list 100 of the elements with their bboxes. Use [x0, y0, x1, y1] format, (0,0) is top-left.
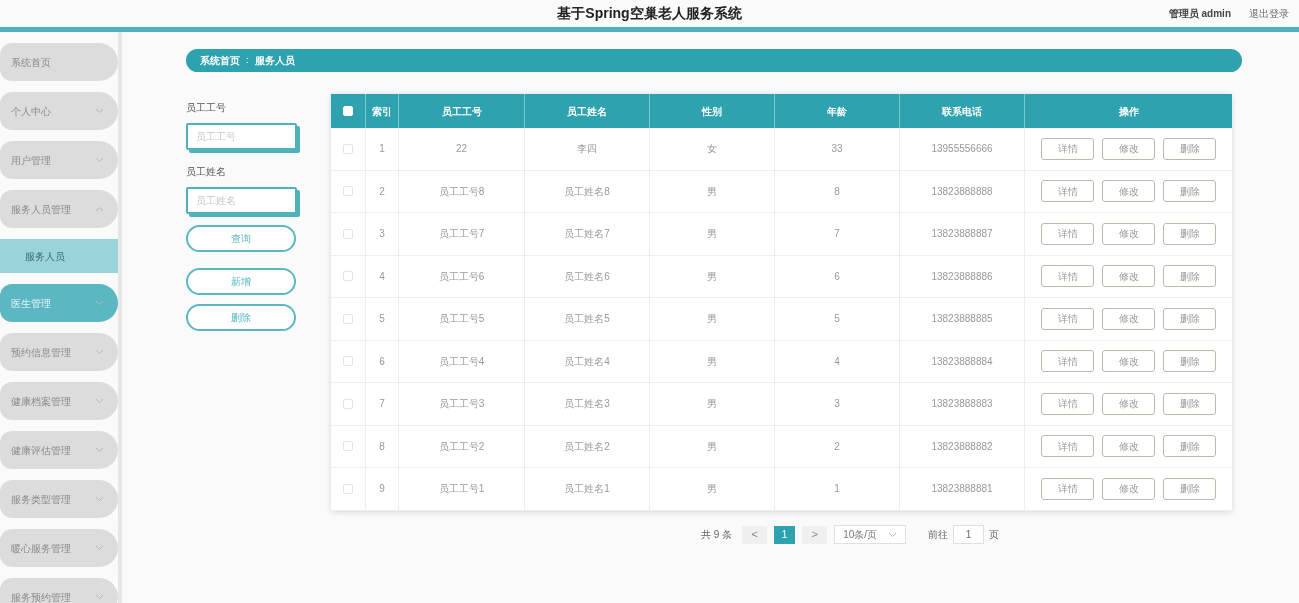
checkbox[interactable]	[343, 313, 353, 324]
edit-button[interactable]: 修改	[1102, 435, 1155, 458]
detail-button[interactable]: 详情	[1041, 265, 1094, 288]
chevron-down-icon	[95, 398, 104, 404]
sidebar-item[interactable]: 医生管理	[0, 284, 118, 322]
edit-button[interactable]: 修改	[1102, 180, 1155, 203]
column-header: 员工工号	[441, 104, 482, 119]
detail-button[interactable]: 详情	[1041, 435, 1094, 458]
delete-button[interactable]: 删除	[1163, 392, 1216, 415]
chevron-up-icon	[95, 206, 104, 212]
next-page-button[interactable]: >	[802, 525, 828, 544]
delete-button[interactable]: 删除	[1163, 137, 1216, 160]
chevron-down-icon	[888, 531, 898, 538]
breadcrumb-link[interactable]: 服务人员	[255, 53, 295, 68]
column-header: 操作	[1118, 104, 1139, 119]
chevron-down-icon	[95, 108, 104, 114]
edit-button[interactable]: 修改	[1102, 265, 1155, 288]
sidebar-item[interactable]: 系统首页	[0, 43, 118, 81]
delete-button[interactable]: 删除	[1163, 222, 1216, 245]
field-label: 员工姓名	[186, 165, 227, 179]
chevron-down-icon	[95, 349, 104, 355]
logout-link[interactable]: 退出登录	[1249, 6, 1289, 21]
sidebar-item[interactable]: 服务预约管理	[0, 578, 118, 603]
sidebar-item[interactable]: 用户管理	[0, 141, 118, 179]
table-cell-text: 5	[379, 312, 385, 327]
sidebar-subitem[interactable]: 服务人员	[0, 239, 118, 273]
table-cell-text: 员工姓名4	[564, 354, 610, 369]
checkbox[interactable]	[343, 228, 353, 239]
table-cell-text: 员工姓名2	[564, 439, 610, 454]
checkbox[interactable]	[343, 398, 353, 409]
column-header: 员工姓名	[567, 104, 607, 119]
checkbox[interactable]	[343, 483, 353, 494]
checkbox[interactable]	[343, 356, 353, 367]
chevron-down-icon	[95, 545, 104, 551]
table-cell-text: 员工姓名7	[564, 227, 610, 242]
table-cell-text: 男	[707, 439, 717, 454]
table-cell-text: 1	[379, 142, 385, 157]
breadcrumb-separator: ∶	[246, 54, 249, 68]
delete-button[interactable]: 删除	[186, 304, 296, 331]
detail-button[interactable]: 详情	[1041, 222, 1094, 245]
detail-button[interactable]: 详情	[1041, 180, 1094, 203]
checkbox[interactable]	[343, 271, 353, 282]
edit-button[interactable]: 修改	[1102, 137, 1155, 160]
page-button[interactable]: 1	[774, 525, 796, 544]
sidebar-item[interactable]: 健康评估管理	[0, 431, 118, 469]
chevron-down-icon	[95, 594, 104, 600]
table-cell-text: 33	[831, 142, 843, 157]
table-cell-text: 男	[707, 184, 717, 199]
breadcrumb-link[interactable]: 系统首页	[200, 53, 240, 68]
table-cell-text: 员工姓名6	[564, 269, 610, 284]
detail-button[interactable]: 详情	[1041, 477, 1094, 500]
detail-button[interactable]: 详情	[1041, 392, 1094, 415]
table-cell-text: 男	[707, 354, 717, 369]
page-size-select[interactable]: 10条/页	[834, 525, 907, 544]
table-cell-text: 13823888882	[931, 439, 993, 454]
table-cell-text: 员工工号4	[438, 354, 485, 369]
delete-button[interactable]: 删除	[1163, 180, 1216, 203]
edit-button[interactable]: 修改	[1102, 392, 1155, 415]
table-cell-text: 员工工号7	[438, 227, 485, 242]
edit-button[interactable]: 修改	[1102, 350, 1155, 373]
page-suffix: 页	[989, 528, 1000, 542]
table-cell-text: 8	[379, 439, 385, 454]
table-cell-text: 男	[707, 397, 717, 412]
detail-button[interactable]: 详情	[1041, 137, 1094, 160]
table-cell-text: 男	[707, 227, 717, 242]
checkbox[interactable]	[343, 186, 353, 197]
delete-button[interactable]: 删除	[1163, 265, 1216, 288]
delete-button[interactable]: 删除	[1163, 435, 1216, 458]
delete-button[interactable]: 删除	[1163, 307, 1216, 330]
app-title: 基于Spring空巢老人服务系统	[557, 4, 742, 23]
checkbox[interactable]	[343, 143, 353, 154]
table-cell-text: 3	[834, 397, 840, 412]
search-button[interactable]: 查询	[186, 225, 296, 252]
detail-button[interactable]: 详情	[1041, 350, 1094, 373]
sidebar-item[interactable]: 服务人员管理	[0, 190, 118, 228]
table-cell-text: 男	[707, 269, 717, 284]
table-cell-text: 员工工号2	[438, 439, 485, 454]
sidebar-item[interactable]: 暖心服务管理	[0, 529, 118, 567]
table-cell-text: 男	[707, 312, 717, 327]
table-cell-text: 员工工号6	[438, 269, 485, 284]
prev-page-button[interactable]: <	[742, 525, 768, 544]
goto-label: 前往	[928, 528, 949, 542]
sidebar-item[interactable]: 服务类型管理	[0, 480, 118, 518]
delete-button[interactable]: 删除	[1163, 477, 1216, 500]
table-cell-text: 员工姓名1	[564, 482, 610, 497]
sidebar-item[interactable]: 预约信息管理	[0, 333, 118, 371]
checkbox[interactable]	[343, 441, 353, 452]
add-button[interactable]: 新增	[186, 268, 296, 295]
edit-button[interactable]: 修改	[1102, 222, 1155, 245]
user-label: 管理员 admin	[1168, 7, 1231, 21]
detail-button[interactable]: 详情	[1041, 307, 1094, 330]
table-cell-text: 4	[834, 354, 840, 369]
table-cell-text: 7	[834, 227, 840, 242]
column-header: 年龄	[827, 104, 847, 119]
sidebar-item[interactable]: 健康档案管理	[0, 382, 118, 420]
edit-button[interactable]: 修改	[1102, 307, 1155, 330]
edit-button[interactable]: 修改	[1102, 477, 1155, 500]
delete-button[interactable]: 删除	[1163, 350, 1216, 373]
goto-page-field[interactable]: 1	[953, 525, 985, 544]
sidebar-item[interactable]: 个人中心	[0, 92, 118, 130]
